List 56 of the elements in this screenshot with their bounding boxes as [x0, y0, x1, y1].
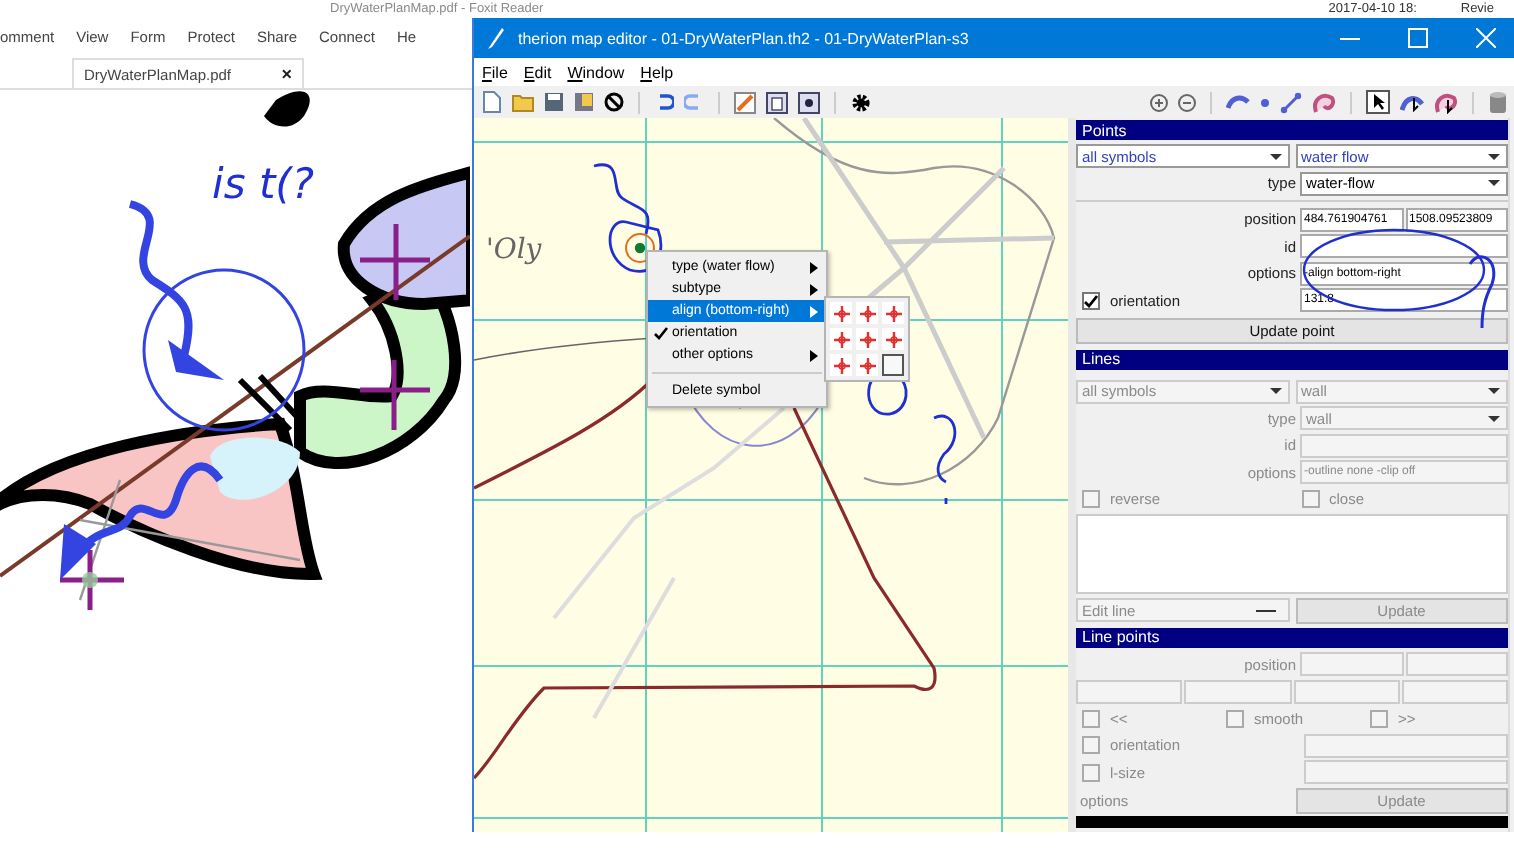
window-title: therion map editor - 01-DryWaterPlan.th2 - 01-DryWaterPlan-s3: [518, 29, 971, 47]
menu-item[interactable]: Help: [640, 63, 674, 81]
undo-icon[interactable]: [654, 92, 674, 112]
id-field[interactable]: [1300, 234, 1508, 259]
menu-item[interactable]: Window: [567, 63, 625, 81]
save-as-icon[interactable]: [574, 92, 594, 112]
align-option[interactable]: [830, 328, 852, 350]
section-header: Points: [1076, 120, 1508, 141]
submenu-arrow-icon: [810, 349, 818, 361]
new-file-icon[interactable]: [482, 90, 502, 114]
close-icon[interactable]: [1476, 28, 1496, 48]
menu-item[interactable]: File: [482, 63, 508, 81]
map-label: 'Oly: [486, 234, 542, 266]
question-mark-drawing: [1466, 250, 1498, 330]
checkmark-icon: [1084, 293, 1098, 308]
align-option[interactable]: [882, 328, 904, 350]
settings-icon[interactable]: [850, 91, 872, 113]
cross-icon: [885, 331, 901, 347]
pointer-icon[interactable]: [1366, 90, 1390, 114]
no-entry-icon[interactable]: [604, 92, 624, 112]
maximize-icon[interactable]: [1408, 28, 1428, 48]
trash-icon[interactable]: [1488, 90, 1508, 114]
align-option[interactable]: [882, 354, 904, 376]
pen-icon: [486, 26, 506, 50]
cross-icon: [833, 357, 849, 373]
cross-icon: [859, 357, 875, 373]
close-tab-button[interactable]: ×: [281, 64, 292, 84]
area-icon[interactable]: [1312, 91, 1336, 113]
align-option[interactable]: [830, 302, 852, 324]
align-option[interactable]: [830, 354, 852, 376]
cross-icon: [833, 305, 849, 321]
zoom-out-icon[interactable]: [1178, 93, 1196, 111]
align-option[interactable]: [856, 354, 878, 376]
menu-item[interactable]: Edit: [523, 63, 552, 81]
point-icon[interactable]: [1260, 97, 1270, 107]
edit-icon[interactable]: [734, 91, 756, 113]
section-header: Lines: [1076, 349, 1508, 370]
folder-icon[interactable]: [512, 92, 534, 112]
cross-icon: [859, 305, 875, 321]
align-option[interactable]: [856, 302, 878, 324]
save-icon[interactable]: [544, 92, 564, 112]
checkmark-icon: [653, 326, 667, 340]
curve-edit-icon[interactable]: [1400, 92, 1424, 112]
handwritten-note: is t(?: [212, 160, 315, 208]
cross-icon: [859, 331, 875, 347]
target-icon[interactable]: [798, 91, 820, 113]
zoom-in-icon[interactable]: [1150, 93, 1168, 111]
curve-icon[interactable]: [1226, 92, 1250, 112]
document-icon[interactable]: [766, 91, 788, 113]
align-option[interactable]: [856, 328, 878, 350]
section-header: Line points: [1076, 627, 1508, 649]
align-option[interactable]: [882, 302, 904, 324]
cross-icon: [833, 331, 849, 347]
cross-icon: [885, 305, 901, 321]
line-icon[interactable]: [1280, 91, 1302, 113]
area-edit-icon[interactable]: [1434, 91, 1458, 113]
